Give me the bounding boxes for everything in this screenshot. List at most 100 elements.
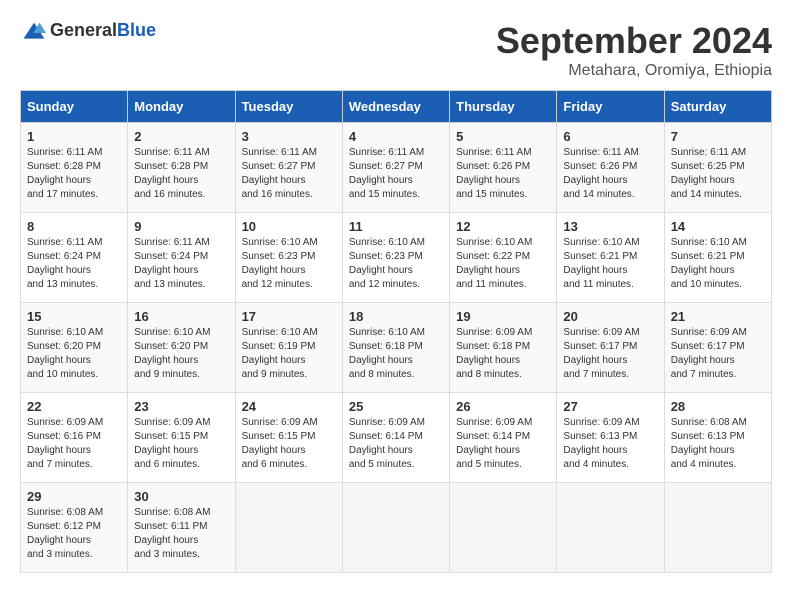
day-info: Sunrise: 6:10 AM Sunset: 6:23 PM Dayligh… <box>242 236 336 292</box>
calendar-week-4: 22 Sunrise: 6:09 AM Sunset: 6:16 PM Dayl… <box>21 393 772 483</box>
day-info: Sunrise: 6:10 AM Sunset: 6:20 PM Dayligh… <box>134 326 228 382</box>
day-info: Sunrise: 6:10 AM Sunset: 6:19 PM Dayligh… <box>242 326 336 382</box>
day-info: Sunrise: 6:11 AM Sunset: 6:27 PM Dayligh… <box>242 146 336 202</box>
calendar-cell: 4 Sunrise: 6:11 AM Sunset: 6:27 PM Dayli… <box>342 123 449 213</box>
day-info: Sunrise: 6:08 AM Sunset: 6:11 PM Dayligh… <box>134 506 228 562</box>
location-title: Metahara, Oromiya, Ethiopia <box>496 62 772 80</box>
day-info: Sunrise: 6:09 AM Sunset: 6:16 PM Dayligh… <box>27 416 121 472</box>
day-number: 28 <box>671 399 765 414</box>
calendar-week-3: 15 Sunrise: 6:10 AM Sunset: 6:20 PM Dayl… <box>21 303 772 393</box>
day-info: Sunrise: 6:11 AM Sunset: 6:26 PM Dayligh… <box>456 146 550 202</box>
day-number: 3 <box>242 129 336 144</box>
day-info: Sunrise: 6:10 AM Sunset: 6:18 PM Dayligh… <box>349 326 443 382</box>
header-wednesday: Wednesday <box>342 91 449 123</box>
calendar-cell <box>342 483 449 573</box>
calendar-week-5: 29 Sunrise: 6:08 AM Sunset: 6:12 PM Dayl… <box>21 483 772 573</box>
calendar-cell: 12 Sunrise: 6:10 AM Sunset: 6:22 PM Dayl… <box>450 213 557 303</box>
day-number: 15 <box>27 309 121 324</box>
day-info: Sunrise: 6:09 AM Sunset: 6:18 PM Dayligh… <box>456 326 550 382</box>
day-number: 1 <box>27 129 121 144</box>
day-number: 21 <box>671 309 765 324</box>
calendar-cell: 13 Sunrise: 6:10 AM Sunset: 6:21 PM Dayl… <box>557 213 664 303</box>
calendar-cell: 7 Sunrise: 6:11 AM Sunset: 6:25 PM Dayli… <box>664 123 771 213</box>
day-number: 22 <box>27 399 121 414</box>
day-number: 29 <box>27 489 121 504</box>
day-info: Sunrise: 6:09 AM Sunset: 6:15 PM Dayligh… <box>242 416 336 472</box>
calendar-cell: 8 Sunrise: 6:11 AM Sunset: 6:24 PM Dayli… <box>21 213 128 303</box>
calendar-cell: 6 Sunrise: 6:11 AM Sunset: 6:26 PM Dayli… <box>557 123 664 213</box>
calendar-cell: 14 Sunrise: 6:10 AM Sunset: 6:21 PM Dayl… <box>664 213 771 303</box>
calendar-cell <box>235 483 342 573</box>
day-number: 9 <box>134 219 228 234</box>
day-info: Sunrise: 6:10 AM Sunset: 6:22 PM Dayligh… <box>456 236 550 292</box>
day-info: Sunrise: 6:11 AM Sunset: 6:27 PM Dayligh… <box>349 146 443 202</box>
calendar-cell: 19 Sunrise: 6:09 AM Sunset: 6:18 PM Dayl… <box>450 303 557 393</box>
day-number: 6 <box>563 129 657 144</box>
logo: GeneralBlue <box>20 20 156 41</box>
day-number: 16 <box>134 309 228 324</box>
day-info: Sunrise: 6:09 AM Sunset: 6:13 PM Dayligh… <box>563 416 657 472</box>
calendar-cell: 28 Sunrise: 6:08 AM Sunset: 6:13 PM Dayl… <box>664 393 771 483</box>
calendar-cell: 15 Sunrise: 6:10 AM Sunset: 6:20 PM Dayl… <box>21 303 128 393</box>
day-number: 18 <box>349 309 443 324</box>
logo-general: General <box>50 20 117 40</box>
calendar-cell: 25 Sunrise: 6:09 AM Sunset: 6:14 PM Dayl… <box>342 393 449 483</box>
day-info: Sunrise: 6:09 AM Sunset: 6:14 PM Dayligh… <box>456 416 550 472</box>
day-number: 4 <box>349 129 443 144</box>
day-number: 10 <box>242 219 336 234</box>
calendar-cell: 5 Sunrise: 6:11 AM Sunset: 6:26 PM Dayli… <box>450 123 557 213</box>
day-info: Sunrise: 6:11 AM Sunset: 6:28 PM Dayligh… <box>134 146 228 202</box>
logo-icon <box>22 21 46 41</box>
calendar-cell: 24 Sunrise: 6:09 AM Sunset: 6:15 PM Dayl… <box>235 393 342 483</box>
calendar-cell: 18 Sunrise: 6:10 AM Sunset: 6:18 PM Dayl… <box>342 303 449 393</box>
calendar-cell: 27 Sunrise: 6:09 AM Sunset: 6:13 PM Dayl… <box>557 393 664 483</box>
day-info: Sunrise: 6:11 AM Sunset: 6:24 PM Dayligh… <box>134 236 228 292</box>
calendar-cell: 29 Sunrise: 6:08 AM Sunset: 6:12 PM Dayl… <box>21 483 128 573</box>
day-info: Sunrise: 6:10 AM Sunset: 6:21 PM Dayligh… <box>563 236 657 292</box>
calendar-cell: 1 Sunrise: 6:11 AM Sunset: 6:28 PM Dayli… <box>21 123 128 213</box>
calendar-cell <box>557 483 664 573</box>
day-info: Sunrise: 6:08 AM Sunset: 6:12 PM Dayligh… <box>27 506 121 562</box>
header-monday: Monday <box>128 91 235 123</box>
calendar-cell: 30 Sunrise: 6:08 AM Sunset: 6:11 PM Dayl… <box>128 483 235 573</box>
calendar-cell: 2 Sunrise: 6:11 AM Sunset: 6:28 PM Dayli… <box>128 123 235 213</box>
calendar-cell <box>450 483 557 573</box>
day-info: Sunrise: 6:09 AM Sunset: 6:17 PM Dayligh… <box>563 326 657 382</box>
calendar-week-1: 1 Sunrise: 6:11 AM Sunset: 6:28 PM Dayli… <box>21 123 772 213</box>
day-number: 27 <box>563 399 657 414</box>
calendar-cell: 22 Sunrise: 6:09 AM Sunset: 6:16 PM Dayl… <box>21 393 128 483</box>
day-number: 8 <box>27 219 121 234</box>
day-info: Sunrise: 6:11 AM Sunset: 6:28 PM Dayligh… <box>27 146 121 202</box>
day-info: Sunrise: 6:11 AM Sunset: 6:24 PM Dayligh… <box>27 236 121 292</box>
calendar-table: Sunday Monday Tuesday Wednesday Thursday… <box>20 90 772 573</box>
header-friday: Friday <box>557 91 664 123</box>
day-number: 30 <box>134 489 228 504</box>
day-info: Sunrise: 6:09 AM Sunset: 6:15 PM Dayligh… <box>134 416 228 472</box>
calendar-cell: 26 Sunrise: 6:09 AM Sunset: 6:14 PM Dayl… <box>450 393 557 483</box>
day-number: 23 <box>134 399 228 414</box>
calendar-cell: 20 Sunrise: 6:09 AM Sunset: 6:17 PM Dayl… <box>557 303 664 393</box>
calendar-cell: 16 Sunrise: 6:10 AM Sunset: 6:20 PM Dayl… <box>128 303 235 393</box>
day-info: Sunrise: 6:10 AM Sunset: 6:20 PM Dayligh… <box>27 326 121 382</box>
calendar-cell: 11 Sunrise: 6:10 AM Sunset: 6:23 PM Dayl… <box>342 213 449 303</box>
header-tuesday: Tuesday <box>235 91 342 123</box>
calendar-week-2: 8 Sunrise: 6:11 AM Sunset: 6:24 PM Dayli… <box>21 213 772 303</box>
day-number: 13 <box>563 219 657 234</box>
day-number: 17 <box>242 309 336 324</box>
day-number: 24 <box>242 399 336 414</box>
calendar-cell: 21 Sunrise: 6:09 AM Sunset: 6:17 PM Dayl… <box>664 303 771 393</box>
calendar-cell: 23 Sunrise: 6:09 AM Sunset: 6:15 PM Dayl… <box>128 393 235 483</box>
day-number: 12 <box>456 219 550 234</box>
calendar-cell: 17 Sunrise: 6:10 AM Sunset: 6:19 PM Dayl… <box>235 303 342 393</box>
day-number: 26 <box>456 399 550 414</box>
page-header: GeneralBlue September 2024 Metahara, Oro… <box>20 20 772 80</box>
day-info: Sunrise: 6:11 AM Sunset: 6:26 PM Dayligh… <box>563 146 657 202</box>
calendar-header-row: Sunday Monday Tuesday Wednesday Thursday… <box>21 91 772 123</box>
day-info: Sunrise: 6:10 AM Sunset: 6:21 PM Dayligh… <box>671 236 765 292</box>
calendar-cell: 9 Sunrise: 6:11 AM Sunset: 6:24 PM Dayli… <box>128 213 235 303</box>
day-number: 5 <box>456 129 550 144</box>
month-title: September 2024 <box>496 20 772 62</box>
day-info: Sunrise: 6:08 AM Sunset: 6:13 PM Dayligh… <box>671 416 765 472</box>
day-info: Sunrise: 6:10 AM Sunset: 6:23 PM Dayligh… <box>349 236 443 292</box>
day-info: Sunrise: 6:09 AM Sunset: 6:17 PM Dayligh… <box>671 326 765 382</box>
